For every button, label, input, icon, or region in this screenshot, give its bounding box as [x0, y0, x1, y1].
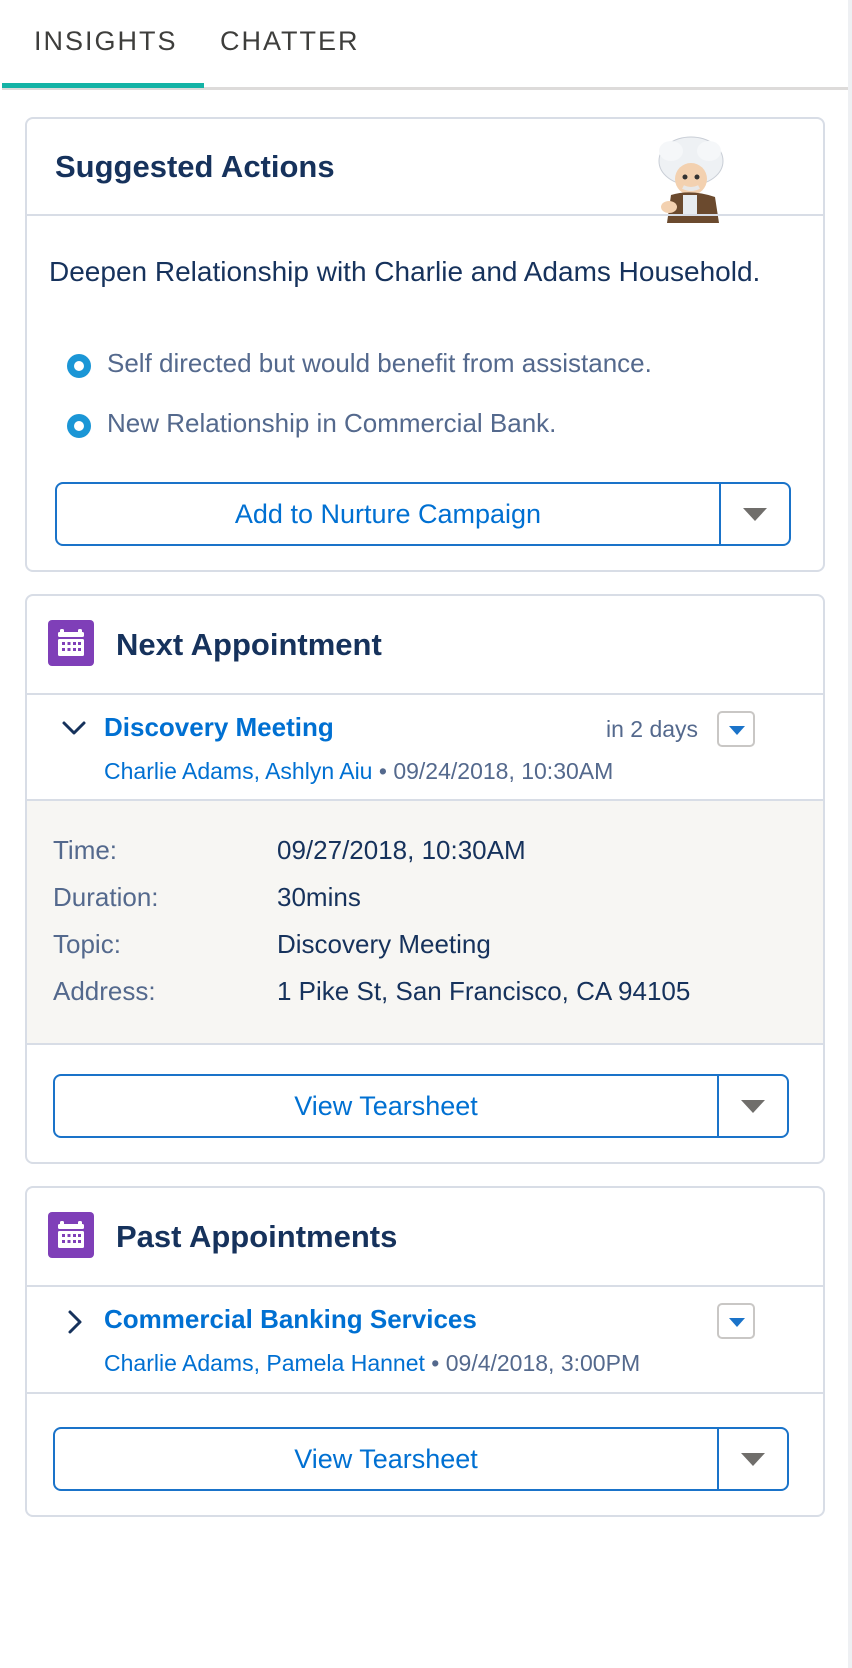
tab-chatter[interactable]: CHATTER — [220, 26, 360, 57]
appointment-details: Time: 09/27/2018, 10:30AM Duration: 30mi… — [27, 801, 823, 1044]
calendar-icon — [48, 1212, 94, 1258]
add-to-nurture-campaign-button[interactable]: Add to Nurture Campaign — [55, 482, 791, 546]
suggestion-headline: Deepen Relationship with Charlie and Ada… — [49, 256, 761, 287]
more-actions-dropdown[interactable] — [719, 1076, 787, 1136]
divider — [27, 1043, 823, 1045]
meeting-subline: Charlie Adams, Ashlyn Aiu • 09/24/2018, … — [104, 758, 613, 785]
meeting-actions-dropdown[interactable] — [717, 1303, 755, 1339]
caret-down-icon — [741, 1100, 765, 1113]
attendees-link[interactable]: Charlie Adams, Pamela Hannet — [104, 1350, 425, 1376]
insights-panel: INSIGHTS CHATTER Suggested Actions Deepe… — [0, 0, 852, 1668]
more-actions-dropdown[interactable] — [719, 1429, 787, 1489]
detail-label: Address: — [53, 976, 156, 1006]
divider — [27, 1392, 823, 1394]
tab-insights[interactable]: INSIGHTS — [34, 26, 178, 57]
tab-bar: INSIGHTS CHATTER — [2, 0, 848, 90]
button-label: Add to Nurture Campaign — [234, 499, 542, 529]
button-label: View Tearsheet — [294, 1091, 478, 1121]
card-title: Past Appointments — [116, 1219, 398, 1254]
chevron-down-icon[interactable] — [61, 718, 87, 738]
meeting-actions-dropdown[interactable] — [717, 711, 755, 747]
caret-down-icon — [729, 1318, 745, 1327]
einstein-mascot-icon — [658, 136, 724, 223]
suggested-actions-card: Suggested Actions Deepen Relationship wi… — [25, 117, 825, 572]
meeting-datetime: 09/24/2018, 10:30AM — [393, 758, 614, 784]
suggestion-reason: Self directed but would benefit from ass… — [67, 346, 787, 386]
divider — [27, 1285, 823, 1287]
divider — [27, 693, 823, 695]
next-appointment-card: Next Appointment Discovery Meeting in 2 … — [25, 594, 825, 1164]
card-title: Suggested Actions — [55, 149, 335, 184]
detail-label: Time: — [53, 835, 118, 865]
meeting-datetime: 09/4/2018, 3:00PM — [445, 1350, 641, 1376]
reason-text: Self directed but would benefit from ass… — [107, 348, 652, 378]
caret-down-icon — [741, 1453, 765, 1466]
attendees-link[interactable]: Charlie Adams, Ashlyn Aiu — [104, 758, 372, 784]
reason-text: New Relationship in Commercial Bank. — [107, 408, 557, 438]
caret-down-icon — [729, 726, 745, 735]
separator: • — [378, 758, 387, 784]
more-actions-dropdown[interactable] — [721, 484, 789, 544]
separator: • — [431, 1350, 440, 1376]
detail-value: 09/27/2018, 10:30AM — [277, 835, 526, 865]
divider — [27, 214, 823, 216]
meeting-title-link[interactable]: Commercial Banking Services — [104, 1304, 477, 1335]
view-tearsheet-button[interactable]: View Tearsheet — [53, 1074, 789, 1138]
view-tearsheet-button[interactable]: View Tearsheet — [53, 1427, 789, 1491]
detail-label: Topic: — [53, 929, 121, 959]
past-appointments-card: Past Appointments Commercial Banking Ser… — [25, 1186, 825, 1517]
relative-time: in 2 days — [606, 716, 699, 742]
panel-edge — [848, 0, 852, 1668]
meeting-subline: Charlie Adams, Pamela Hannet • 09/4/2018… — [104, 1350, 640, 1377]
detail-value: 1 Pike St, San Francisco, CA 94105 — [277, 976, 691, 1006]
meeting-title-link[interactable]: Discovery Meeting — [104, 712, 334, 743]
bullet-ring-icon — [67, 354, 91, 378]
bullet-ring-icon — [67, 414, 91, 438]
detail-value: Discovery Meeting — [277, 929, 491, 959]
caret-down-icon — [743, 508, 767, 521]
calendar-icon — [48, 620, 94, 666]
card-title: Next Appointment — [116, 627, 382, 662]
button-label: View Tearsheet — [294, 1444, 478, 1474]
detail-value: 30mins — [277, 882, 361, 912]
detail-label: Duration: — [53, 882, 159, 912]
suggestion-reason: New Relationship in Commercial Bank. — [67, 406, 787, 446]
chevron-right-icon[interactable] — [65, 1309, 85, 1335]
active-tab-indicator — [2, 83, 204, 88]
